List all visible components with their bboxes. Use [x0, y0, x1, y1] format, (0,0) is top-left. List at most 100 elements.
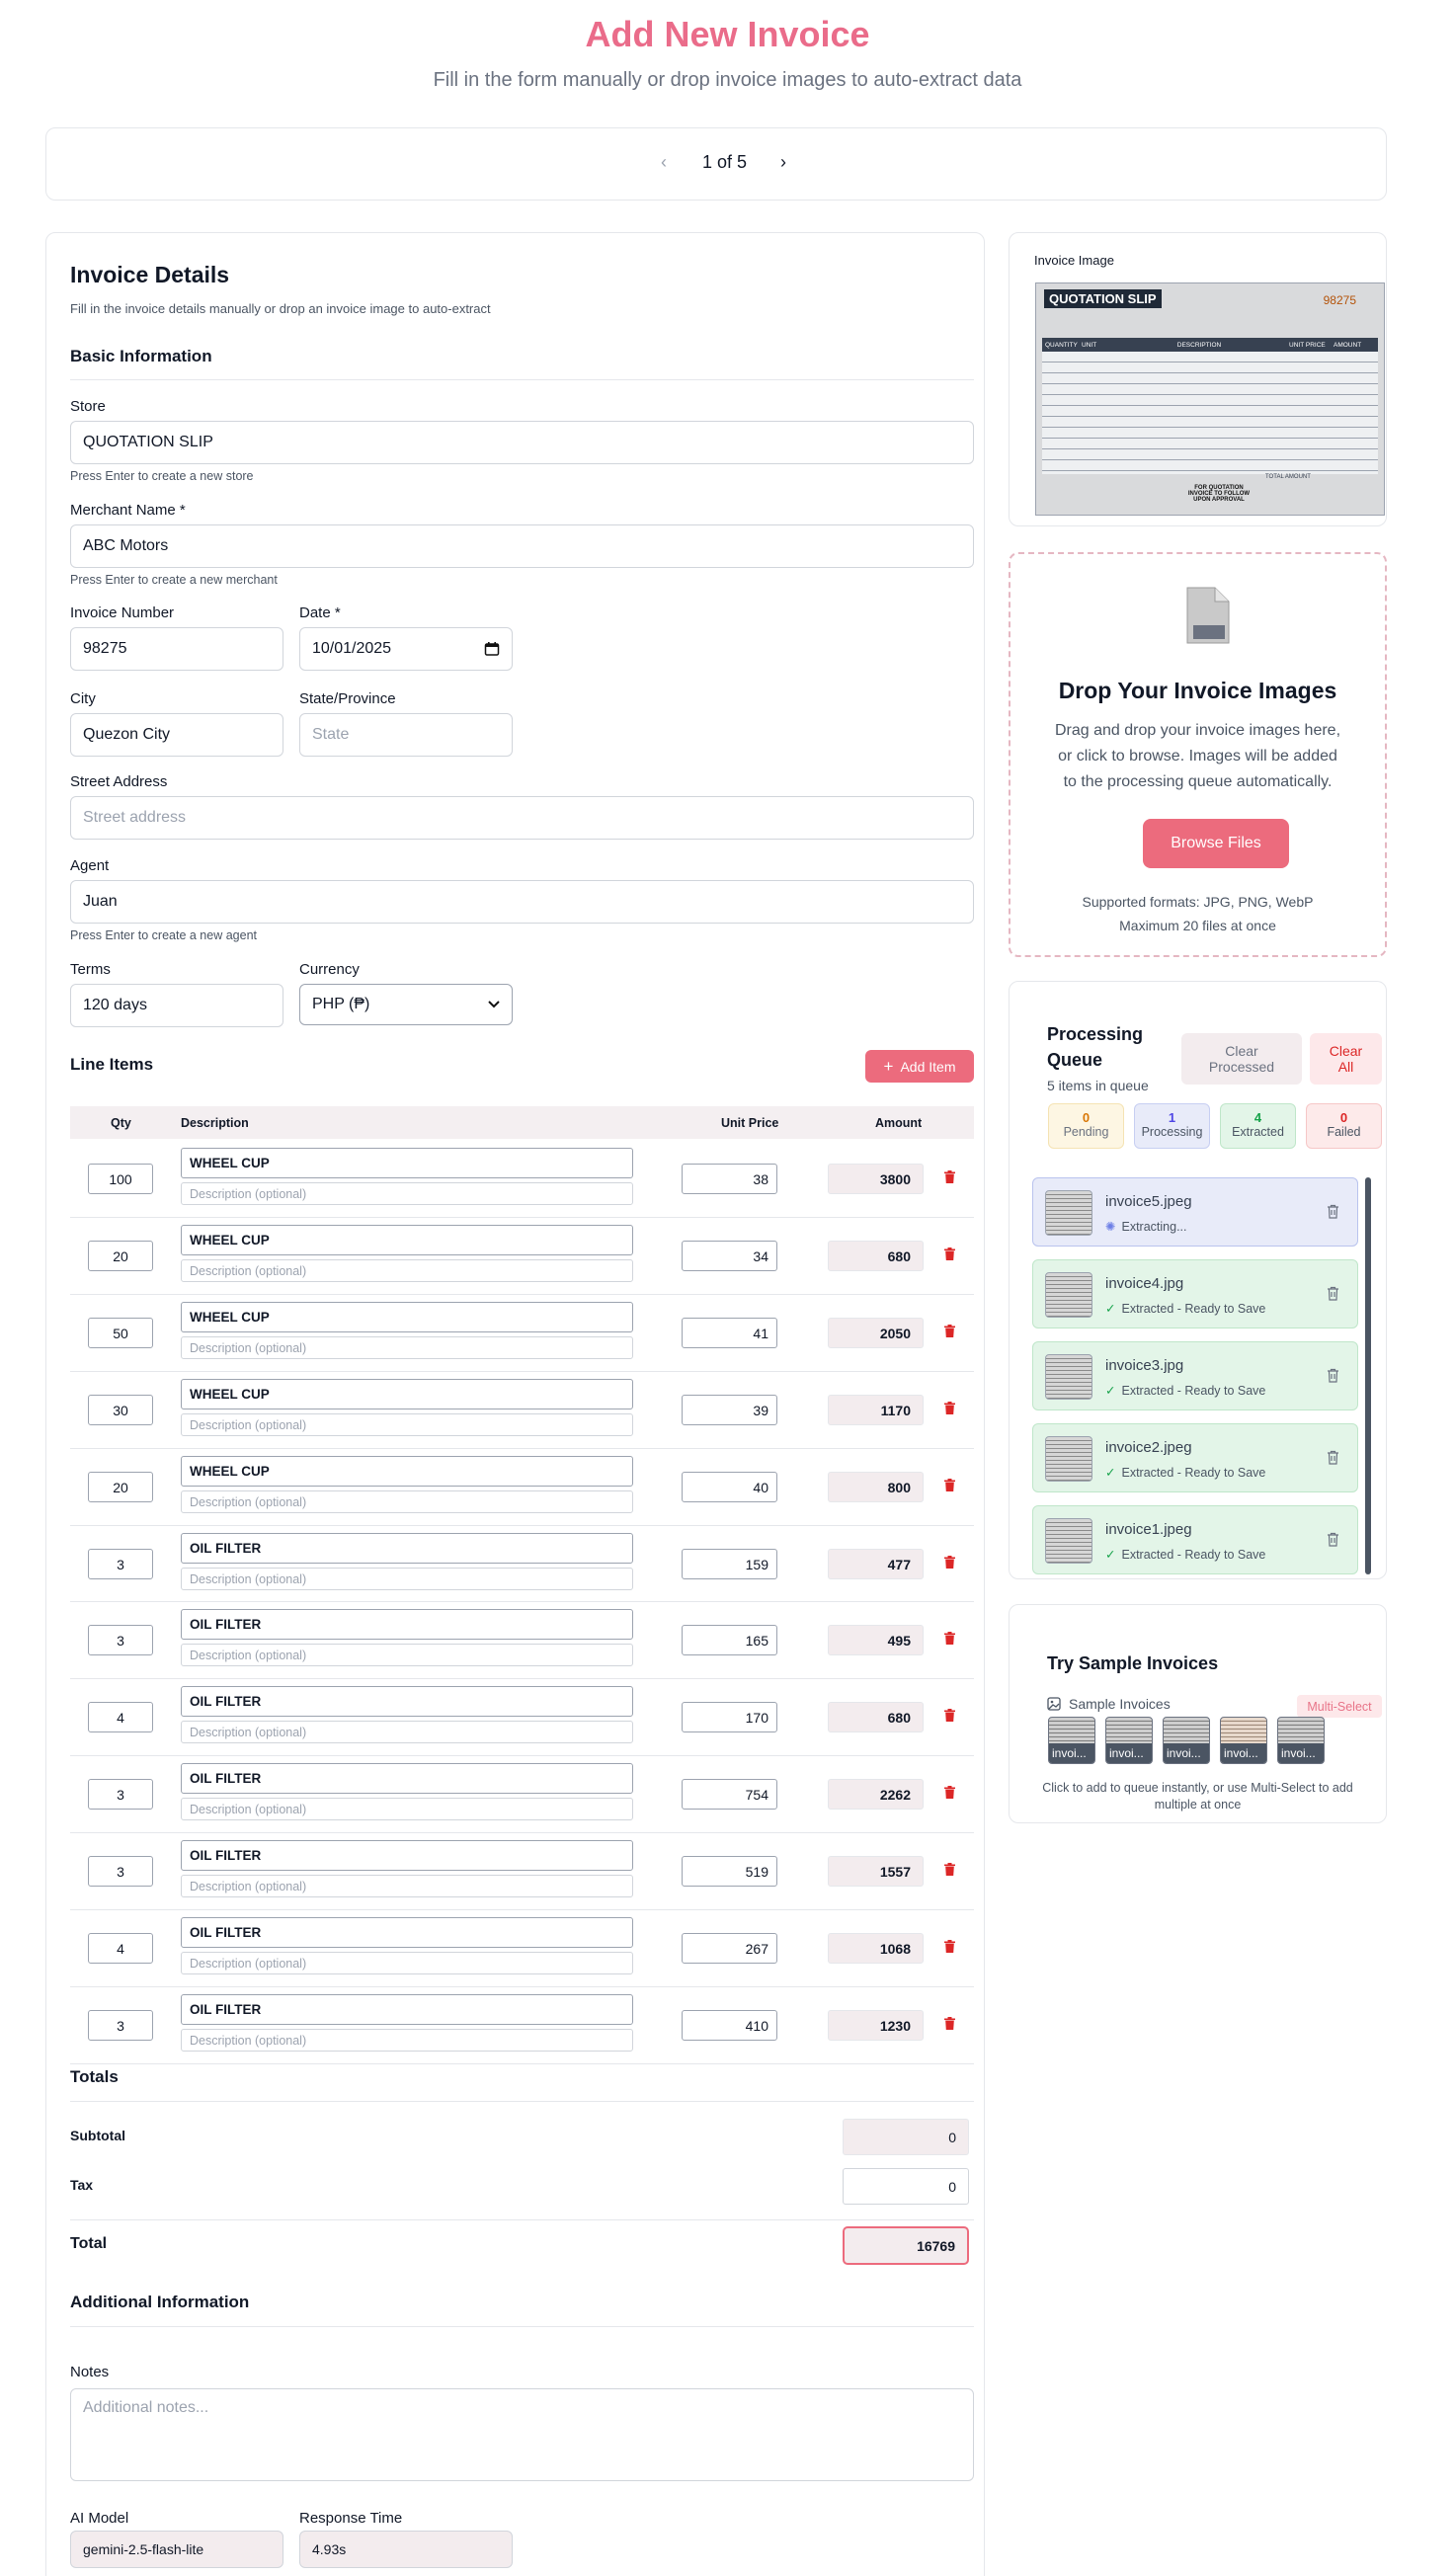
tax-input[interactable]: 0: [843, 2168, 969, 2205]
store-input[interactable]: QUOTATION SLIP: [70, 421, 974, 464]
qty-input[interactable]: 3: [88, 2010, 153, 2041]
qty-input[interactable]: 30: [88, 1395, 153, 1425]
delete-item-icon[interactable]: [944, 1479, 955, 1496]
sample-thumb[interactable]: invoi...: [1277, 1717, 1325, 1764]
chevron-left-icon[interactable]: ‹: [661, 152, 667, 173]
queue-item[interactable]: invoice4.jpg ✓ Extracted - Ready to Save: [1032, 1259, 1358, 1328]
item-description-input[interactable]: Description (optional): [181, 1798, 633, 1820]
queue-item[interactable]: invoice2.jpeg ✓ Extracted - Ready to Save: [1032, 1423, 1358, 1492]
item-description-input[interactable]: Description (optional): [181, 2029, 633, 2052]
chevron-right-icon[interactable]: ›: [780, 152, 786, 173]
item-name-input[interactable]: OIL FILTER: [181, 1917, 633, 1948]
queue-scrollbar[interactable]: [1365, 1177, 1371, 1574]
qty-input[interactable]: 4: [88, 1702, 153, 1732]
item-name-input[interactable]: WHEEL CUP: [181, 1379, 633, 1409]
city-input[interactable]: Quezon City: [70, 713, 283, 757]
qty-input[interactable]: 3: [88, 1779, 153, 1810]
delete-item-icon[interactable]: [944, 1786, 955, 1804]
unit-price-input[interactable]: 159: [682, 1549, 777, 1579]
trash-icon[interactable]: [1327, 1286, 1339, 1306]
item-description-input[interactable]: Description (optional): [181, 1952, 633, 1974]
unit-price-input[interactable]: 754: [682, 1779, 777, 1810]
trash-icon[interactable]: [1327, 1368, 1339, 1388]
item-description-input[interactable]: Description (optional): [181, 1721, 633, 1743]
item-description-input[interactable]: Description (optional): [181, 1336, 633, 1359]
amount-value: 1170: [828, 1395, 924, 1425]
col-qty: Qty: [111, 1116, 131, 1130]
unit-price-input[interactable]: 267: [682, 1933, 777, 1964]
item-name-input[interactable]: WHEEL CUP: [181, 1302, 633, 1332]
street-input[interactable]: Street address: [70, 796, 974, 840]
delete-item-icon[interactable]: [944, 1325, 955, 1342]
trash-icon[interactable]: [1327, 1204, 1339, 1224]
item-description-input[interactable]: Description (optional): [181, 1490, 633, 1513]
queue-item[interactable]: invoice5.jpeg ✺ Extracting...: [1032, 1177, 1358, 1247]
unit-price-input[interactable]: 41: [682, 1318, 777, 1348]
item-name-input[interactable]: OIL FILTER: [181, 1609, 633, 1640]
sample-thumb[interactable]: invoi...: [1105, 1717, 1153, 1764]
qty-input[interactable]: 4: [88, 1933, 153, 1964]
multi-select-toggle[interactable]: Multi-Select: [1297, 1695, 1382, 1718]
item-name-input[interactable]: OIL FILTER: [181, 1840, 633, 1871]
qty-input[interactable]: 50: [88, 1318, 153, 1348]
qty-input[interactable]: 20: [88, 1472, 153, 1502]
sample-thumb[interactable]: invoi...: [1220, 1717, 1267, 1764]
qty-input[interactable]: 3: [88, 1549, 153, 1579]
item-description-input[interactable]: Description (optional): [181, 1182, 633, 1205]
item-name-input[interactable]: OIL FILTER: [181, 1763, 633, 1794]
queue-item[interactable]: invoice1.jpeg ✓ Extracted - Ready to Save: [1032, 1505, 1358, 1574]
delete-item-icon[interactable]: [944, 1863, 955, 1881]
sample-thumb[interactable]: invoi...: [1048, 1717, 1095, 1764]
item-description-input[interactable]: Description (optional): [181, 1644, 633, 1666]
browse-files-button[interactable]: Browse Files: [1143, 819, 1289, 868]
delete-item-icon[interactable]: [944, 1248, 955, 1265]
unit-price-input[interactable]: 40: [682, 1472, 777, 1502]
queue-item[interactable]: invoice3.jpg ✓ Extracted - Ready to Save: [1032, 1341, 1358, 1410]
terms-input[interactable]: 120 days: [70, 984, 283, 1027]
merchant-input[interactable]: ABC Motors: [70, 524, 974, 568]
item-name-input[interactable]: OIL FILTER: [181, 1686, 633, 1717]
item-name-input[interactable]: WHEEL CUP: [181, 1456, 633, 1487]
item-description-input[interactable]: Description (optional): [181, 1875, 633, 1897]
clear-processed-button[interactable]: Clear Processed: [1181, 1033, 1302, 1085]
notes-textarea[interactable]: Additional notes...: [70, 2388, 974, 2481]
item-name-input[interactable]: OIL FILTER: [181, 1994, 633, 2025]
qty-input[interactable]: 3: [88, 1856, 153, 1887]
sample-thumb[interactable]: invoi...: [1163, 1717, 1210, 1764]
unit-price-input[interactable]: 39: [682, 1395, 777, 1425]
unit-price-input[interactable]: 38: [682, 1164, 777, 1194]
delete-item-icon[interactable]: [944, 1556, 955, 1573]
delete-item-icon[interactable]: [944, 1709, 955, 1727]
item-description-input[interactable]: Description (optional): [181, 1413, 633, 1436]
unit-price-input[interactable]: 165: [682, 1625, 777, 1655]
queue-item-thumbnail: [1045, 1354, 1092, 1400]
delete-item-icon[interactable]: [944, 1632, 955, 1650]
item-description-input[interactable]: Description (optional): [181, 1259, 633, 1282]
qty-input[interactable]: 100: [88, 1164, 153, 1194]
agent-input[interactable]: Juan: [70, 880, 974, 924]
item-name-input[interactable]: WHEEL CUP: [181, 1148, 633, 1178]
item-name-input[interactable]: WHEEL CUP: [181, 1225, 633, 1255]
item-name-input[interactable]: OIL FILTER: [181, 1533, 633, 1564]
trash-icon[interactable]: [1327, 1532, 1339, 1552]
qty-input[interactable]: 3: [88, 1625, 153, 1655]
invoice-number-input[interactable]: 98275: [70, 627, 283, 671]
delete-item-icon[interactable]: [944, 2017, 955, 2035]
add-item-button[interactable]: + Add Item: [865, 1050, 974, 1083]
invoice-image[interactable]: QUOTATION SLIP 98275 QUANTITY UNIT DESCR…: [1035, 282, 1385, 516]
delete-item-icon[interactable]: [944, 1940, 955, 1958]
state-input[interactable]: State: [299, 713, 513, 757]
delete-item-icon[interactable]: [944, 1170, 955, 1188]
calendar-icon[interactable]: [484, 641, 500, 657]
trash-icon[interactable]: [1327, 1450, 1339, 1470]
unit-price-input[interactable]: 170: [682, 1702, 777, 1732]
unit-price-input[interactable]: 34: [682, 1241, 777, 1271]
unit-price-input[interactable]: 519: [682, 1856, 777, 1887]
item-description-input[interactable]: Description (optional): [181, 1568, 633, 1590]
qty-input[interactable]: 20: [88, 1241, 153, 1271]
clear-all-button[interactable]: Clear All: [1310, 1033, 1382, 1085]
currency-select[interactable]: PHP (₱): [299, 984, 513, 1025]
unit-price-input[interactable]: 410: [682, 2010, 777, 2041]
delete-item-icon[interactable]: [944, 1402, 955, 1419]
date-input[interactable]: 10/01/2025: [299, 627, 513, 671]
